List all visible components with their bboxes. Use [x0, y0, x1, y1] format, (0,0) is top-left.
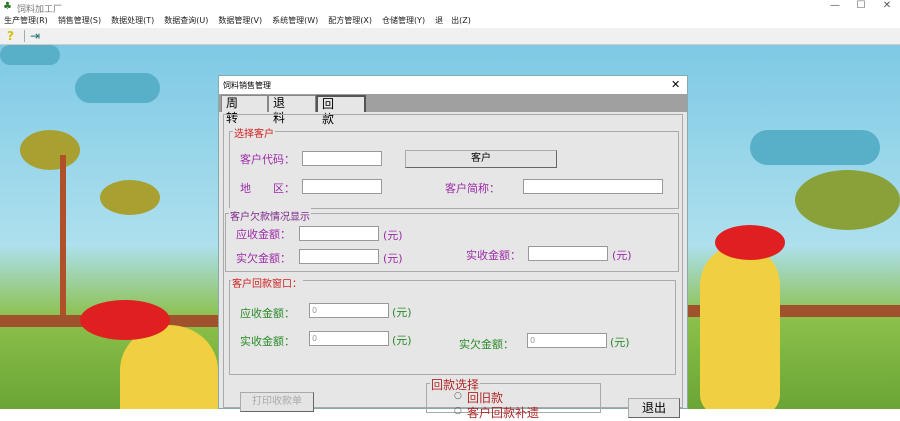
payment-receivable-input[interactable]: 0: [309, 303, 389, 318]
exit-tool-icon[interactable]: ⇥: [30, 29, 40, 43]
payment-legend: 客户回款窗口：: [231, 275, 303, 290]
tree: [795, 170, 900, 230]
menu-data-query[interactable]: 数据查询(U): [164, 14, 208, 28]
debt-owed-input[interactable]: [299, 249, 379, 264]
rooster: [700, 245, 780, 409]
cloud: [750, 130, 880, 165]
region-label: 地 区：: [240, 182, 295, 195]
help-tool-icon[interactable]: ?: [7, 29, 14, 43]
chicken-comb: [80, 300, 170, 340]
menu-system[interactable]: 系统管理(W): [272, 14, 318, 28]
radio-supplement-label: 客户回款补遗: [467, 406, 540, 420]
debt-legend: 客户欠款情况显示: [229, 208, 311, 223]
select-customer-group: 选择客户 客户代码： 客户 地 区： 客户简称：: [229, 125, 679, 209]
tree-trunk: [60, 155, 66, 315]
customer-code-input[interactable]: [302, 151, 382, 166]
app-titlebar: ♣ 饲料加工厂 — ☐ ✕: [0, 0, 900, 15]
payment-received-label: 实收金额：: [240, 335, 295, 348]
debt-received-unit: (元): [612, 249, 632, 262]
debt-received-label: 实收金额：: [466, 249, 521, 262]
customer-button[interactable]: 客户: [405, 150, 557, 168]
payment-group: 客户回款窗口： 应收金额： 0 (元) 实收金额： 0 (元) 实欠金额： 0 …: [229, 275, 676, 375]
print-receipt-button[interactable]: 打印收款单: [240, 392, 314, 412]
debt-receivable-label: 应收金额：: [236, 228, 291, 241]
short-name-label: 客户简称：: [445, 182, 500, 195]
tab-return[interactable]: 退料: [268, 95, 316, 125]
payment-received-input[interactable]: 0: [309, 331, 389, 346]
menu-sales[interactable]: 销售管理(S): [58, 14, 101, 28]
tab-bar: 周转 退料 回款: [219, 94, 687, 126]
debt-owed-unit: (元): [383, 252, 403, 265]
payment-receivable-unit: (元): [392, 306, 412, 319]
debt-receivable-input[interactable]: [299, 226, 379, 241]
region-input[interactable]: [302, 179, 382, 194]
cloud: [0, 45, 60, 65]
exit-button[interactable]: 退出: [628, 398, 680, 418]
app-icon: ♣: [3, 1, 12, 12]
radio-supplement[interactable]: ○: [454, 406, 462, 416]
payment-receivable-label: 应收金额：: [240, 307, 295, 320]
toolbar: ? ⇥: [0, 28, 900, 45]
short-name-input[interactable]: [523, 179, 663, 194]
toolbar-divider: [24, 30, 25, 42]
radio-old-payment[interactable]: ○: [454, 391, 462, 401]
select-customer-legend: 选择客户: [233, 125, 275, 140]
tree: [20, 130, 80, 170]
customer-code-label: 客户代码：: [240, 153, 295, 166]
sales-dialog: 饲料销售管理 ✕ 周转 退料 回款 选择客户 客户代码： 客户 地 区： 客户简…: [218, 75, 688, 420]
payment-owed-unit: (元): [610, 336, 630, 349]
debt-owed-label: 实欠金额：: [236, 252, 291, 265]
menu-formula[interactable]: 配方管理(X): [328, 14, 372, 28]
menu-data-processing[interactable]: 数据处理(T): [111, 14, 154, 28]
menu-bar: 生产管理(R) 销售管理(S) 数据处理(T) 数据查询(U) 数据管理(V) …: [0, 14, 900, 28]
payment-owed-label: 实欠金额：: [459, 338, 514, 351]
tab-payment[interactable]: 回款: [316, 95, 366, 126]
menu-exit[interactable]: 退 出(Z): [435, 14, 471, 28]
tree: [100, 180, 160, 215]
menu-production[interactable]: 生产管理(R): [4, 14, 48, 28]
cloud: [75, 73, 160, 103]
dialog-close-button[interactable]: ✕: [671, 78, 680, 91]
debt-receivable-unit: (元): [383, 229, 403, 242]
menu-data-management[interactable]: 数据管理(V): [218, 14, 262, 28]
payment-owed-input[interactable]: 0: [527, 333, 607, 348]
close-button[interactable]: ✕: [872, 0, 900, 14]
rooster-comb: [715, 225, 785, 260]
debt-group: 客户欠款情况显示 应收金额： (元) 实欠金额： (元) 实收金额： (元): [225, 208, 679, 272]
tab-turnover[interactable]: 周转: [221, 95, 268, 125]
dialog-title: 饲料销售管理: [223, 81, 271, 90]
debt-received-input[interactable]: [528, 246, 608, 261]
dialog-titlebar: 饲料销售管理 ✕: [219, 76, 687, 94]
payment-received-unit: (元): [392, 334, 412, 347]
menu-warehouse[interactable]: 仓储管理(Y): [382, 14, 425, 28]
